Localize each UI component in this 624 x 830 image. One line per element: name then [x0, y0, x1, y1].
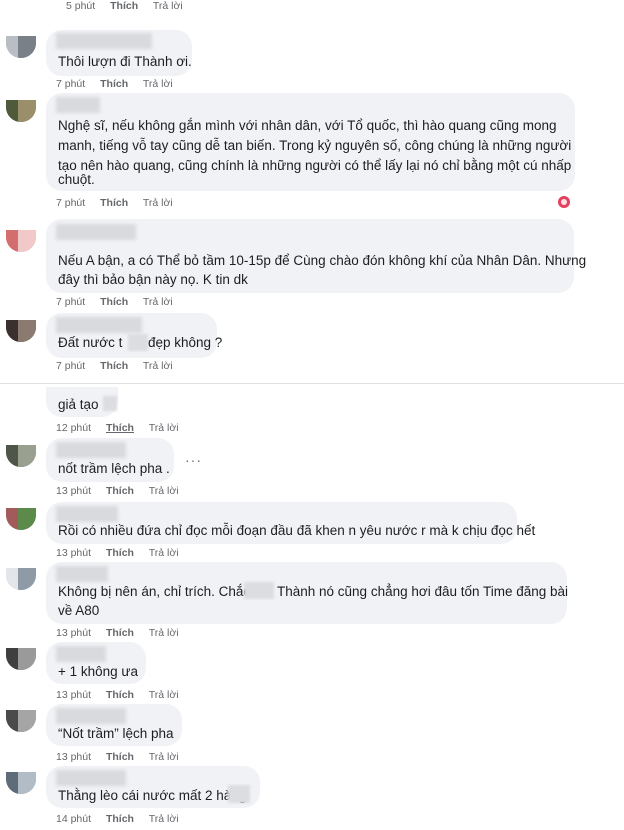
reply-button[interactable]: Trả lời [143, 296, 173, 308]
comment-meta-6: 13 phút Thích Trả lời [56, 485, 191, 497]
blurred-word [128, 334, 148, 351]
like-button[interactable]: Thích [106, 689, 134, 701]
comment-time: 14 phút [56, 813, 92, 825]
like-button[interactable]: Thích [106, 422, 134, 434]
avatar[interactable] [6, 772, 36, 794]
commenter-name[interactable] [56, 317, 142, 333]
avatar[interactable] [6, 230, 36, 252]
like-button[interactable]: Thích [110, 0, 138, 12]
comment-meta-11: 14 phút Thích Trả lời [56, 813, 191, 825]
comment-text: Nếu A bận, a có Thể bỏ tầm 10-15p để Cùn… [58, 253, 587, 268]
reply-button[interactable]: Trả lời [149, 813, 179, 825]
comment-meta-1: 7 phút Thích Trả lời [56, 78, 185, 90]
avatar[interactable] [6, 710, 36, 732]
commenter-name[interactable] [56, 224, 136, 240]
commenter-name[interactable] [56, 566, 108, 582]
like-button[interactable]: Thích [106, 547, 134, 559]
like-button[interactable]: Thích [106, 627, 134, 639]
blurred-word [103, 396, 117, 411]
divider [0, 383, 624, 384]
like-button[interactable]: Thích [106, 485, 134, 497]
comment-text: Thôi lượn đi Thành ơi. [58, 54, 192, 69]
avatar[interactable] [6, 100, 36, 122]
reply-button[interactable]: Trả lời [149, 485, 179, 497]
commenter-name[interactable] [56, 442, 126, 458]
comment-meta-10: 13 phút Thích Trả lời [56, 751, 191, 763]
like-button[interactable]: Thích [100, 360, 128, 372]
comment-meta-4: 7 phút Thích Trả lời [56, 360, 185, 372]
reply-button[interactable]: Trả lời [149, 422, 179, 434]
comment-meta-7: 13 phút Thích Trả lời [56, 547, 191, 559]
comment-time: 13 phút [56, 689, 92, 701]
comment-text: nốt trầm lệch pha . [58, 461, 170, 476]
comment-meta-2: 7 phút Thích Trả lời [56, 197, 185, 209]
reply-button[interactable]: Trả lời [143, 197, 173, 209]
comment-meta-9: 13 phút Thích Trả lời [56, 689, 191, 701]
reply-button[interactable]: Trả lời [149, 627, 179, 639]
comment-time: 7 phút [56, 78, 86, 90]
avatar[interactable] [6, 648, 36, 670]
more-horizontal-icon[interactable]: ··· [185, 452, 202, 468]
commenter-name[interactable] [56, 33, 152, 49]
commenter-name[interactable] [56, 646, 106, 662]
avatar[interactable] [6, 445, 36, 467]
love-reaction-icon[interactable] [558, 196, 570, 208]
reply-button[interactable]: Trả lời [149, 689, 179, 701]
like-button[interactable]: Thích [106, 751, 134, 763]
commenter-name[interactable] [56, 770, 126, 786]
comment-text: Thành nó cũng chẳng hơi đâu tốn Time đăn… [277, 584, 569, 599]
comment-time: 5 phút [66, 0, 96, 12]
comment-text: chuột. [58, 172, 95, 187]
comment-meta-8: 13 phút Thích Trả lời [56, 627, 191, 639]
reply-button[interactable]: Trả lời [149, 751, 179, 763]
comment-text: Thằng lèo cái nước mất 2 hàng [58, 788, 247, 803]
comment-time: 7 phút [56, 197, 86, 209]
comment-text: Đất nước t [58, 335, 123, 350]
reply-button[interactable]: Trả lời [143, 360, 173, 372]
like-button[interactable]: Thích [100, 296, 128, 308]
comment-text: tạo nên hào quang, cũng chính là những n… [58, 158, 572, 173]
comment-meta-3: 7 phút Thích Trả lời [56, 296, 185, 308]
reply-button[interactable]: Trả lời [153, 0, 183, 12]
commenter-name[interactable] [56, 97, 100, 113]
comment-text: đây thì bảo bận này nọ. K tin dk [58, 272, 248, 287]
comment-meta-5: 12 phút Thích Trả lời [56, 422, 191, 434]
reply-button[interactable]: Trả lời [143, 78, 173, 90]
comment-text: manh, tiếng vỗ tay cũng dễ tan biến. Tro… [58, 138, 572, 153]
comment-text: giả tạo [58, 397, 99, 412]
comment-time: 12 phút [56, 422, 92, 434]
blurred-name [244, 582, 274, 599]
comment-text: Rồi có nhiều đứa chỉ đọc mỗi đoạn đầu đã… [58, 523, 536, 538]
comment-text: đẹp không ? [148, 335, 223, 350]
comment-text: “Nốt trầm” lệch pha [58, 726, 174, 741]
commenter-name[interactable] [56, 708, 126, 724]
like-button[interactable]: Thích [100, 78, 128, 90]
comment-time: 13 phút [56, 547, 92, 559]
like-button[interactable]: Thích [100, 197, 128, 209]
comment-text: Nghệ sĩ, nếu không gắn mình với nhân dân… [58, 118, 557, 133]
comment-time: 13 phút [56, 751, 92, 763]
comment-text: Không bị nên án, chỉ trích. Chắc [58, 584, 251, 599]
avatar[interactable] [6, 320, 36, 342]
comment-time: 13 phút [56, 485, 92, 497]
like-button[interactable]: Thích [106, 813, 134, 825]
comment-time: 7 phút [56, 360, 86, 372]
avatar[interactable] [6, 36, 36, 58]
comment-text: + 1 không ưa [58, 664, 138, 679]
comment-time: 13 phút [56, 627, 92, 639]
avatar[interactable] [6, 508, 36, 530]
comment-text: về A80 [58, 603, 100, 618]
commenter-name[interactable] [56, 506, 118, 522]
comment-meta-0: 5 phút Thích Trả lời [66, 0, 195, 12]
reply-button[interactable]: Trả lời [149, 547, 179, 559]
blurred-word [228, 785, 250, 803]
comment-time: 7 phút [56, 296, 86, 308]
avatar[interactable] [6, 568, 36, 590]
